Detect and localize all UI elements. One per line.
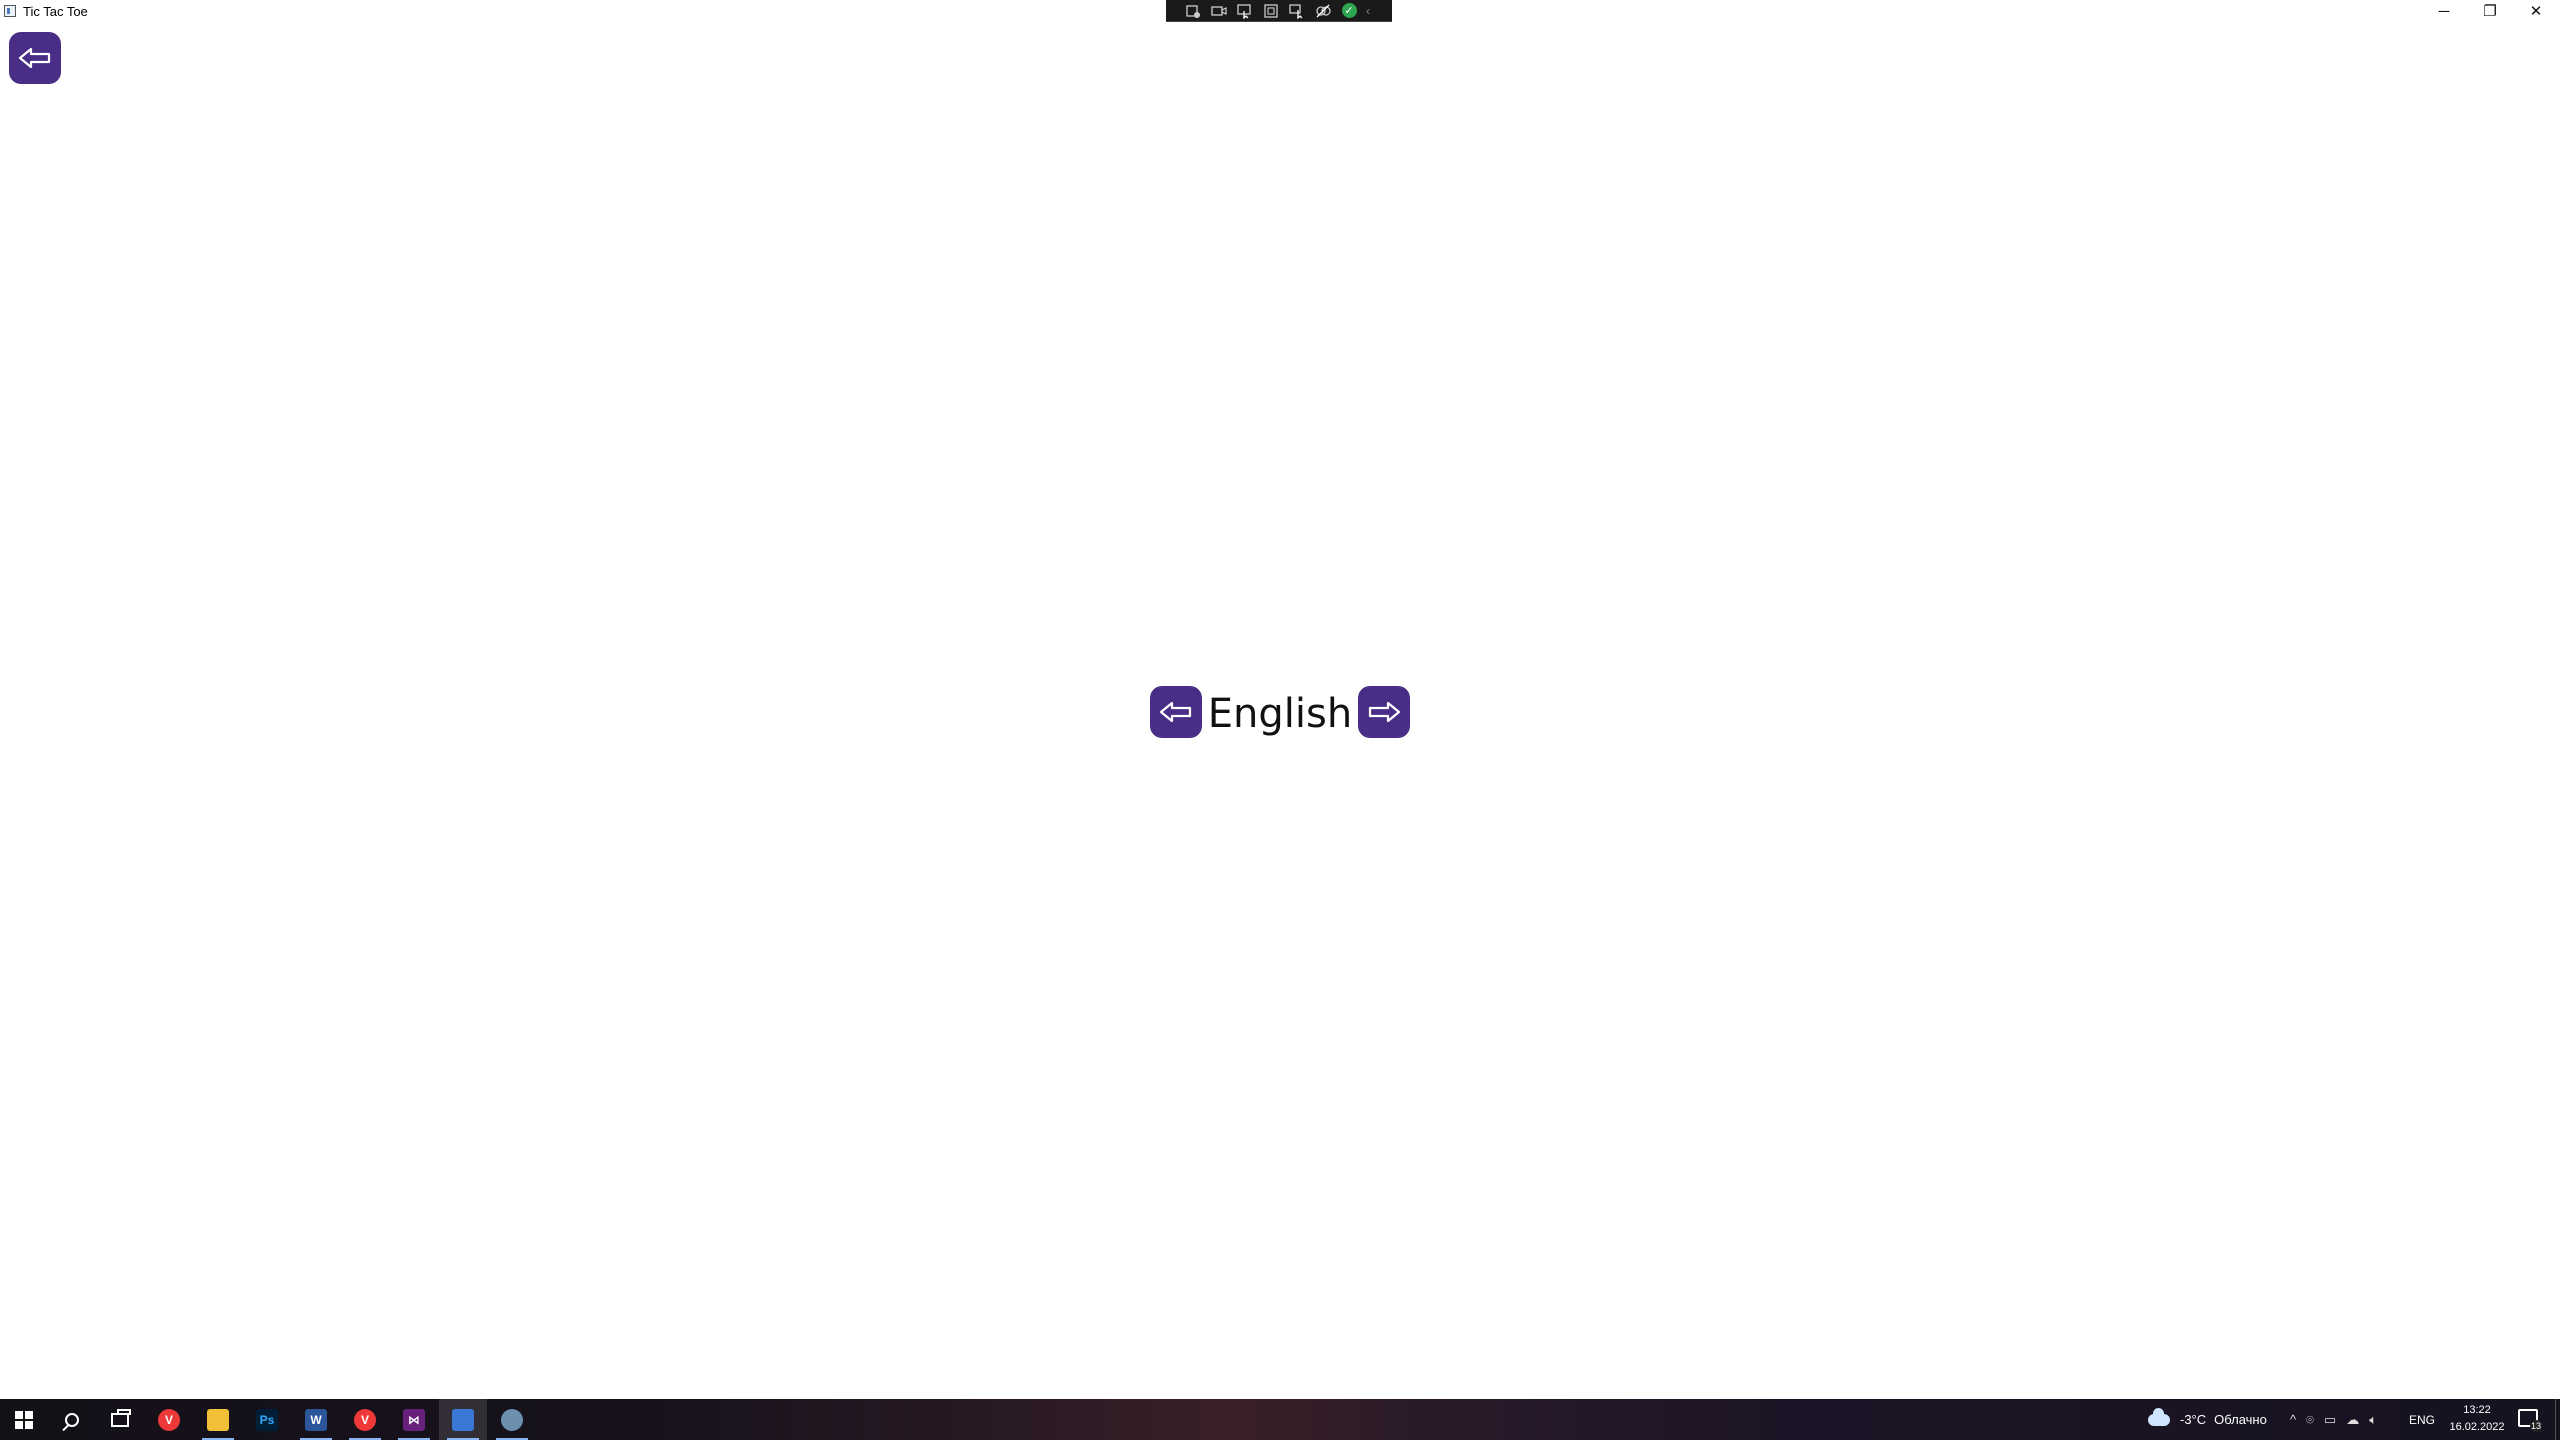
- task-view-icon: [111, 1408, 131, 1427]
- language-label: English: [1207, 691, 1353, 737]
- close-button[interactable]: ✕: [2513, 0, 2559, 22]
- windows-logo-icon: [15, 1410, 33, 1429]
- recording-toolbar: ✓ ‹: [1166, 0, 1392, 22]
- show-hidden-icons-chevron[interactable]: ^: [2290, 1412, 2296, 1427]
- region-icon[interactable]: [1258, 0, 1284, 22]
- system-tray: ^ ⌾ ▭ ☁ 🔈︎: [2290, 1399, 2377, 1440]
- vivaldi-icon: V: [158, 1408, 180, 1431]
- next-language-button[interactable]: [1358, 686, 1410, 738]
- clock-time: 13:22: [2463, 1404, 2491, 1416]
- audio-off-icon[interactable]: [1310, 0, 1336, 22]
- taskbar-app-photoshop[interactable]: Ps: [243, 1399, 291, 1440]
- search-icon: [65, 1412, 79, 1427]
- arrow-left-icon: [18, 47, 51, 69]
- taskbar-app-installer[interactable]: [488, 1399, 536, 1440]
- input-language[interactable]: ENG: [2409, 1399, 2435, 1440]
- onedrive-icon[interactable]: ☁: [2346, 1412, 2359, 1428]
- task-view-button[interactable]: [96, 1399, 144, 1440]
- back-button[interactable]: [9, 32, 61, 84]
- weather-temp: -3°C: [2180, 1412, 2207, 1427]
- show-desktop-button[interactable]: [2555, 1399, 2560, 1440]
- clock-date: 16.02.2022: [2449, 1421, 2505, 1433]
- cloud-icon: [2148, 1407, 2170, 1426]
- start-button[interactable]: [0, 1399, 48, 1440]
- weather-condition: Облачно: [2214, 1412, 2267, 1427]
- taskbar-app-word[interactable]: W: [292, 1399, 340, 1440]
- weather-widget[interactable]: -3°C Облачно: [2148, 1399, 2267, 1440]
- cursor-icon[interactable]: [1284, 0, 1310, 22]
- collapse-icon[interactable]: ‹: [1366, 4, 1370, 18]
- taskbar-app-tic-tac-toe[interactable]: [439, 1399, 487, 1440]
- status-check-icon: ✓: [1336, 0, 1362, 22]
- minimize-button[interactable]: ─: [2421, 0, 2467, 22]
- taskbar-app-visual-studio[interactable]: ⋈: [390, 1399, 438, 1440]
- restore-button[interactable]: ❐: [2467, 0, 2513, 22]
- capture-icon[interactable]: [1180, 0, 1206, 22]
- network-icon[interactable]: ▭: [2324, 1412, 2336, 1428]
- folder-icon: [207, 1408, 229, 1431]
- tic-tac-toe-app-icon: [452, 1408, 474, 1431]
- visual-studio-icon: ⋈: [403, 1408, 425, 1431]
- wizard-icon: [501, 1408, 523, 1431]
- photoshop-icon: Ps: [256, 1408, 278, 1431]
- taskbar-app-file-explorer[interactable]: [194, 1399, 242, 1440]
- window-title: Tic Tac Toe: [23, 4, 88, 19]
- search-button[interactable]: [48, 1399, 96, 1440]
- taskbar-app-vivaldi-2[interactable]: V: [341, 1399, 389, 1440]
- taskbar-app-vivaldi[interactable]: V: [145, 1399, 193, 1440]
- notification-count: 13: [2530, 1420, 2542, 1432]
- previous-language-button[interactable]: [1150, 686, 1202, 738]
- camera-icon[interactable]: ⌾: [2306, 1412, 2314, 1428]
- pointer-icon[interactable]: [1232, 0, 1258, 22]
- vivaldi-icon: V: [354, 1408, 376, 1431]
- clock[interactable]: 13:22 16.02.2022: [2440, 1402, 2514, 1436]
- video-icon[interactable]: [1206, 0, 1232, 22]
- volume-icon[interactable]: 🔈︎: [2369, 1412, 2377, 1428]
- arrow-right-icon: [1368, 701, 1401, 723]
- word-icon: W: [305, 1408, 327, 1431]
- arrow-left-icon: [1159, 701, 1192, 723]
- app-icon: [4, 5, 16, 17]
